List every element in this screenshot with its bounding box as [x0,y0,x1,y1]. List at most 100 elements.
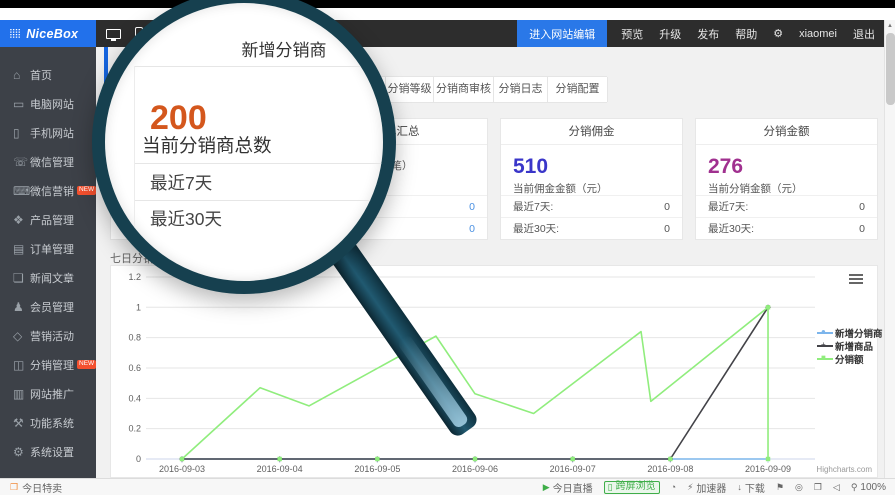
status-item-browser[interactable]: ◎ [795,482,803,493]
series-marker [570,457,574,461]
stat-card-row: 最近30天: 0 [501,217,682,239]
status-item-lightning[interactable]: ⚡加速器 [687,480,726,495]
stat-card-caption: 当前佣金金额（元） [513,181,670,196]
stat-row-label: 最近30天: [513,221,559,236]
sidebar-item-order-manage[interactable]: ▤订单管理 [0,234,96,263]
x-axis-label: 2016-09-05 [354,464,400,474]
status-item-speaker[interactable]: ◁ [833,482,840,493]
sidebar-item-wechat-manage[interactable]: ☏微信管理 [0,147,96,176]
scrollbar-thumb[interactable] [886,33,895,105]
stat-card-body: 276当前分销金额（元） [696,145,877,195]
sidebar-item-label: 新闻文章 [30,270,74,286]
stat-card-title: 分销佣金 [501,119,682,145]
gauge-icon: ◔ [671,482,676,492]
sidebar-item-home[interactable]: ⌂首页 [0,60,96,89]
logout-button[interactable]: 退出 [845,20,883,47]
status-item-label: 今日直播 [553,480,593,495]
status-item-flag[interactable]: ⚑ [776,482,784,493]
gear-icon[interactable]: ⚙ [765,20,791,47]
legend-item-新增商品[interactable]: +新增商品 [817,339,883,352]
help-button[interactable]: 帮助 [727,20,765,47]
scrollbar-up-arrow[interactable]: ▲ [885,20,895,32]
stat-row-value[interactable]: 0 [469,201,475,213]
sidebar-item-news-article[interactable]: ❏新闻文章 [0,263,96,292]
site-promotion-icon: ▥ [13,387,30,401]
status-right-items: ▶今日直播 ▯跨屏浏览 ◔ ⚡加速器 ↓下载 ⚑ ◎ ❐ ◁ ⚲100% [543,480,895,495]
series-marker [277,457,281,461]
status-item-gauge[interactable]: ◔ [671,482,676,492]
magnified-row-30days: 最近30天 [150,206,222,231]
user-name[interactable]: xiaomei [791,20,845,47]
series-marker [180,457,184,461]
sidebar-item-system-settings[interactable]: ⚙系统设置 [0,437,96,466]
sidebar-item-label: 功能系统 [30,415,74,431]
chart-menu-icon[interactable] [849,274,863,286]
sidebar-item-product-manage[interactable]: ❖产品管理 [0,205,96,234]
status-item-play[interactable]: ▶今日直播 [543,480,593,495]
vertical-scrollbar[interactable]: ▲ [884,20,895,478]
sidebar-item-distribution-manage[interactable]: ◫分销管理NEW [0,350,96,379]
sidebar-item-label: 手机网站 [30,125,74,141]
stat-card-4: 分销金额276当前分销金额（元）最近7天:0最近30天:0 [695,118,878,240]
legend-label: 分销额 [835,352,864,366]
y-axis-label: 0.8 [128,333,141,343]
legend-symbol: ■ [817,354,835,364]
stat-row-label: 最近30天: [708,221,754,236]
tab-5[interactable]: 分销配置 [547,77,608,102]
sidebar-item-marketing-activity[interactable]: ◇营销活动 [0,321,96,350]
desktop-view-icon[interactable] [106,29,121,39]
sidebar-item-member-manage[interactable]: ♟会员管理 [0,292,96,321]
stat-card-row: 最近30天:0 [696,217,877,239]
legend-marker: ● [821,327,826,337]
sidebar-item-label: 首页 [30,67,52,83]
status-item-download[interactable]: ↓下载 [737,480,765,495]
logo-text: NiceBox [26,27,78,41]
legend-item-分销额[interactable]: ■分销额 [817,352,883,365]
tab-2[interactable]: 分销等级 [385,77,433,102]
publish-button[interactable]: 发布 [689,20,727,47]
sidebar-item-desktop-site[interactable]: ▭电脑网站 [0,89,96,118]
series-marker [668,457,672,461]
news-article-icon: ❏ [13,271,30,285]
play-icon: ▶ [543,482,550,493]
stat-row-label: 最近7天: [708,199,748,214]
marketing-activity-icon: ◇ [13,329,30,343]
enter-site-edit-button[interactable]: 进入网站编辑 [517,20,607,47]
tab-3[interactable]: 分销商审核 [433,77,493,102]
speaker-icon: ◁ [833,482,840,493]
series-marker [375,457,379,461]
x-axis-label: 2016-09-04 [257,464,303,474]
download-icon: ↓ [737,482,742,492]
stat-card-number: 510 [513,155,670,178]
stat-card-title: 分销金额 [696,119,877,145]
stat-row-value: 0 [664,201,670,213]
distribution-manage-icon: ◫ [13,358,30,372]
stat-row-value: 0 [664,223,670,235]
sidebar-item-mobile-site[interactable]: ▯手机网站 [0,118,96,147]
upgrade-button[interactable]: 升级 [651,20,689,47]
stat-row-value[interactable]: 0 [469,223,475,235]
series-marker [766,457,770,461]
sidebar-item-label: 分销管理 [30,357,74,373]
stat-card-row: 最近7天:0 [696,195,877,217]
status-item-phone[interactable]: ▯跨屏浏览 [604,481,660,494]
sidebar-item-function-system[interactable]: ⚒功能系统 [0,408,96,437]
highcharts-credit: Highcharts.com [816,465,872,474]
today-special-item[interactable]: ❒ 今日特卖 [0,480,62,495]
preview-button[interactable]: 预览 [613,20,651,47]
series-marker [473,457,477,461]
new-badge: NEW [77,186,96,195]
status-item-zoom[interactable]: ⚲100% [851,482,886,493]
magnified-row-7days: 最近7天 [150,170,212,195]
tab-4[interactable]: 分销日志 [493,77,547,102]
divider [135,163,383,164]
today-special-label: 今日特卖 [22,480,62,495]
sidebar-item-site-promotion[interactable]: ▥网站推广 [0,379,96,408]
nicebox-logo: ⣿⣿ NiceBox [0,20,96,47]
legend-item-新增分销商[interactable]: ●新增分销商 [817,326,883,339]
stat-card-3: 分销佣金510当前佣金金额（元）最近7天:0最近30天:0 [500,118,683,240]
sidebar-item-wechat-marketing[interactable]: ⌨微信营销NEW [0,176,96,205]
legend-marker: + [821,340,826,350]
status-item-window[interactable]: ❐ [814,482,822,493]
x-axis-label: 2016-09-06 [452,464,498,474]
